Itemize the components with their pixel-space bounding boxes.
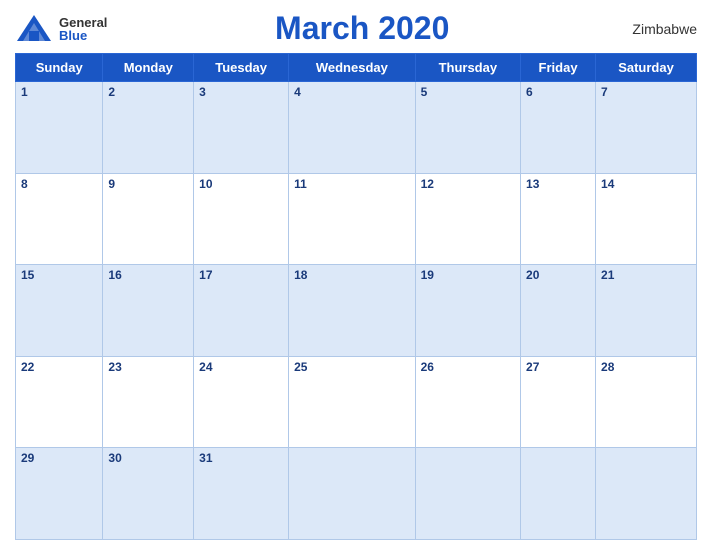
logo-icon [15, 14, 55, 44]
weekday-thursday: Thursday [415, 54, 520, 82]
calendar-cell: 4 [289, 82, 416, 174]
calendar-cell: 8 [16, 173, 103, 265]
logo-text: General Blue [59, 16, 107, 42]
logo: General Blue [15, 14, 107, 44]
calendar-cell [415, 448, 520, 540]
day-number: 25 [294, 360, 307, 374]
calendar-cell: 17 [194, 265, 289, 357]
calendar-cell: 25 [289, 356, 416, 448]
day-number: 2 [108, 85, 115, 99]
day-number: 22 [21, 360, 34, 374]
weekday-tuesday: Tuesday [194, 54, 289, 82]
weekday-wednesday: Wednesday [289, 54, 416, 82]
calendar-cell: 13 [521, 173, 596, 265]
day-number: 14 [601, 177, 614, 191]
calendar-cell: 22 [16, 356, 103, 448]
calendar-cell: 11 [289, 173, 416, 265]
calendar-cell: 1 [16, 82, 103, 174]
calendar-cell: 9 [103, 173, 194, 265]
calendar-cell: 10 [194, 173, 289, 265]
day-number: 8 [21, 177, 28, 191]
calendar-cell [521, 448, 596, 540]
day-number: 5 [421, 85, 428, 99]
day-number: 24 [199, 360, 212, 374]
calendar-cell: 2 [103, 82, 194, 174]
logo-general: General [59, 16, 107, 29]
calendar-cell [596, 448, 697, 540]
day-number: 19 [421, 268, 434, 282]
day-number: 23 [108, 360, 121, 374]
weekday-saturday: Saturday [596, 54, 697, 82]
day-number: 20 [526, 268, 539, 282]
calendar-cell: 16 [103, 265, 194, 357]
calendar-cell: 15 [16, 265, 103, 357]
day-number: 18 [294, 268, 307, 282]
day-number: 21 [601, 268, 614, 282]
calendar-cell: 12 [415, 173, 520, 265]
calendar-cell: 23 [103, 356, 194, 448]
calendar-cell: 27 [521, 356, 596, 448]
day-number: 4 [294, 85, 301, 99]
calendar-table: Sunday Monday Tuesday Wednesday Thursday… [15, 53, 697, 540]
country-label: Zimbabwe [617, 21, 697, 37]
month-title: March 2020 [275, 10, 449, 47]
day-number: 27 [526, 360, 539, 374]
calendar-cell [289, 448, 416, 540]
day-number: 16 [108, 268, 121, 282]
day-number: 6 [526, 85, 533, 99]
calendar-cell: 31 [194, 448, 289, 540]
day-number: 10 [199, 177, 212, 191]
calendar-cell: 18 [289, 265, 416, 357]
logo-blue: Blue [59, 29, 87, 42]
calendar-cell: 14 [596, 173, 697, 265]
day-number: 11 [294, 177, 307, 191]
calendar-cell: 30 [103, 448, 194, 540]
day-number: 17 [199, 268, 212, 282]
day-number: 30 [108, 451, 121, 465]
calendar-header: General Blue March 2020 Zimbabwe [15, 10, 697, 47]
day-number: 28 [601, 360, 614, 374]
day-number: 15 [21, 268, 34, 282]
day-number: 3 [199, 85, 206, 99]
calendar-body: 1234567891011121314151617181920212223242… [16, 82, 697, 540]
calendar-cell: 20 [521, 265, 596, 357]
calendar-cell: 21 [596, 265, 697, 357]
calendar-cell: 3 [194, 82, 289, 174]
day-number: 31 [199, 451, 212, 465]
weekday-monday: Monday [103, 54, 194, 82]
calendar-cell: 19 [415, 265, 520, 357]
day-number: 12 [421, 177, 434, 191]
weekday-friday: Friday [521, 54, 596, 82]
calendar-cell: 29 [16, 448, 103, 540]
day-number: 7 [601, 85, 608, 99]
calendar-cell: 5 [415, 82, 520, 174]
calendar-header-row: Sunday Monday Tuesday Wednesday Thursday… [16, 54, 697, 82]
day-number: 9 [108, 177, 115, 191]
day-number: 29 [21, 451, 34, 465]
calendar-cell: 7 [596, 82, 697, 174]
weekday-sunday: Sunday [16, 54, 103, 82]
calendar-cell: 26 [415, 356, 520, 448]
day-number: 26 [421, 360, 434, 374]
day-number: 1 [21, 85, 28, 99]
calendar-cell: 6 [521, 82, 596, 174]
day-number: 13 [526, 177, 539, 191]
calendar-cell: 28 [596, 356, 697, 448]
calendar-cell: 24 [194, 356, 289, 448]
